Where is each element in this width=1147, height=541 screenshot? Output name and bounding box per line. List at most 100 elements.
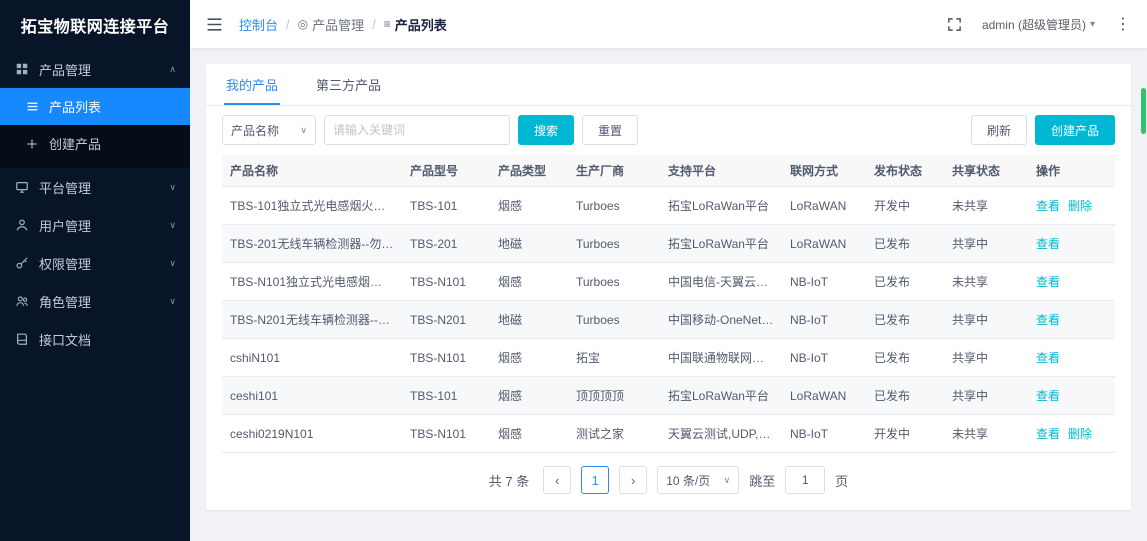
sidebar-item-product-list[interactable]: 产品列表 bbox=[0, 88, 190, 125]
table-row: cshiN101TBS-N101烟感拓宝中国联通物联网平台...NB-IoT已发… bbox=[222, 339, 1115, 377]
table-cell: LoRaWAN bbox=[782, 377, 866, 415]
prev-page-button[interactable]: ‹ bbox=[543, 466, 571, 494]
fullscreen-icon[interactable] bbox=[947, 17, 962, 32]
sidebar-item-role-management[interactable]: 角色管理 ∨ bbox=[0, 282, 190, 320]
keyword-input[interactable] bbox=[324, 115, 510, 145]
table-cell: cshiN101 bbox=[222, 339, 402, 377]
chevron-down-icon: ∨ bbox=[724, 475, 731, 486]
table-cell: 共享中 bbox=[944, 225, 1028, 263]
table-cell: 共享中 bbox=[944, 301, 1028, 339]
column-header: 操作 bbox=[1028, 155, 1115, 187]
refresh-button[interactable]: 刷新 bbox=[971, 115, 1027, 145]
sidebar-item-platform-management[interactable]: 平台管理 ∨ bbox=[0, 168, 190, 206]
column-header: 共享状态 bbox=[944, 155, 1028, 187]
next-page-button[interactable]: › bbox=[619, 466, 647, 494]
total-count: 共 7 条 bbox=[489, 471, 529, 490]
actions-cell: 查看 bbox=[1028, 377, 1115, 415]
table-row: ceshi101TBS-101烟感顶顶顶顶拓宝LoRaWan平台LoRaWAN已… bbox=[222, 377, 1115, 415]
product-submenu: 产品列表 创建产品 bbox=[0, 88, 190, 168]
table-cell: 中国联通物联网平台... bbox=[660, 339, 782, 377]
table-row: TBS-N101独立式光电感烟火灾探...TBS-N101烟感Turboes中国… bbox=[222, 263, 1115, 301]
view-link[interactable]: 查看 bbox=[1036, 275, 1060, 289]
sidebar-item-label: 平台管理 bbox=[39, 178, 91, 197]
jump-page-input[interactable] bbox=[785, 466, 825, 494]
sidebar-item-permission-management[interactable]: 权限管理 ∨ bbox=[0, 244, 190, 282]
delete-link[interactable]: 删除 bbox=[1068, 427, 1092, 441]
breadcrumb-separator: / bbox=[286, 17, 290, 32]
top-header: 控制台 / ◎ 产品管理 / ≡ 产品列表 admin (超级管理员) ▾ ⋮ bbox=[190, 0, 1147, 48]
sidebar-item-api-docs[interactable]: 接口文档 bbox=[0, 320, 190, 358]
view-link[interactable]: 查看 bbox=[1036, 237, 1060, 251]
reset-button[interactable]: 重置 bbox=[582, 115, 638, 145]
table-cell: Turboes bbox=[568, 225, 660, 263]
create-product-button[interactable]: 创建产品 bbox=[1035, 115, 1115, 145]
table-cell: 已发布 bbox=[866, 301, 944, 339]
column-header: 支持平台 bbox=[660, 155, 782, 187]
sidebar-menu: 产品管理 ∧ 产品列表 创建产品 平台管理 ∨ bbox=[0, 50, 190, 358]
table-cell: 共享中 bbox=[944, 339, 1028, 377]
table-cell: 已发布 bbox=[866, 339, 944, 377]
table-header-row: 产品名称产品型号产品类型生产厂商支持平台联网方式发布状态共享状态操作 bbox=[222, 155, 1115, 187]
sidebar-item-create-product[interactable]: 创建产品 bbox=[0, 125, 190, 162]
table-cell: 拓宝LoRaWan平台 bbox=[660, 225, 782, 263]
table-cell: 未共享 bbox=[944, 263, 1028, 301]
actions-cell: 查看 bbox=[1028, 225, 1115, 263]
table-cell: 中国电信-天翼云平台... bbox=[660, 263, 782, 301]
table-cell: 烟感 bbox=[490, 339, 568, 377]
scrollbar-thumb[interactable] bbox=[1141, 88, 1146, 134]
table-cell: 测试之家 bbox=[568, 415, 660, 453]
actions-cell: 查看删除 bbox=[1028, 187, 1115, 225]
breadcrumb-product-management[interactable]: ◎ 产品管理 bbox=[298, 15, 365, 34]
table-cell: TBS-101独立式光电感烟火灾探测... bbox=[222, 187, 402, 225]
table-cell: Turboes bbox=[568, 263, 660, 301]
table-cell: TBS-N201无线车辆检测器--勿删!... bbox=[222, 301, 402, 339]
table-cell: NB-IoT bbox=[782, 263, 866, 301]
column-header: 产品类型 bbox=[490, 155, 568, 187]
page-1-button[interactable]: 1 bbox=[581, 466, 609, 494]
grid-icon bbox=[14, 61, 30, 77]
scrollbar-track[interactable] bbox=[1140, 0, 1147, 541]
table-row: ceshi0219N101TBS-N101烟感测试之家天翼云测试,UDP,华为.… bbox=[222, 415, 1115, 453]
menu-fold-icon[interactable] bbox=[206, 16, 223, 33]
view-link[interactable]: 查看 bbox=[1036, 313, 1060, 327]
tabs: 我的产品 第三方产品 bbox=[206, 64, 1131, 106]
table-cell: 天翼云测试,UDP,华为... bbox=[660, 415, 782, 453]
table-row: TBS-N201无线车辆检测器--勿删!...TBS-N201地磁Turboes… bbox=[222, 301, 1115, 339]
table-cell: Turboes bbox=[568, 187, 660, 225]
chevron-down-icon: ∨ bbox=[300, 125, 307, 136]
table-cell: NB-IoT bbox=[782, 415, 866, 453]
view-link[interactable]: 查看 bbox=[1036, 389, 1060, 403]
table-cell: 拓宝LoRaWan平台 bbox=[660, 377, 782, 415]
sidebar-item-user-management[interactable]: 用户管理 ∨ bbox=[0, 206, 190, 244]
sidebar-item-product-management[interactable]: 产品管理 ∧ bbox=[0, 50, 190, 88]
user-name: admin (超级管理员) bbox=[982, 16, 1086, 33]
field-select[interactable]: 产品名称 ∨ bbox=[222, 115, 316, 145]
table-cell: TBS-201 bbox=[402, 225, 490, 263]
column-header: 发布状态 bbox=[866, 155, 944, 187]
delete-link[interactable]: 删除 bbox=[1068, 199, 1092, 213]
breadcrumb-console[interactable]: 控制台 bbox=[239, 15, 278, 34]
jump-label: 跳至 bbox=[749, 471, 775, 490]
search-button[interactable]: 搜索 bbox=[518, 115, 574, 145]
sidebar-item-label: 产品管理 bbox=[39, 60, 91, 79]
filter-row: 产品名称 ∨ 搜索 重置 刷新 创建产品 bbox=[206, 106, 1131, 153]
more-icon[interactable]: ⋮ bbox=[1115, 14, 1131, 34]
content-area: 我的产品 第三方产品 产品名称 ∨ 搜索 重置 刷新 创建产品 产品名称产品型号… bbox=[190, 48, 1147, 541]
view-link[interactable]: 查看 bbox=[1036, 427, 1060, 441]
page-size-select[interactable]: 10 条/页 ∨ bbox=[657, 466, 739, 494]
breadcrumb-label: 产品管理 bbox=[312, 15, 364, 34]
table-cell: 烟感 bbox=[490, 415, 568, 453]
table-row: TBS-101独立式光电感烟火灾探测...TBS-101烟感Turboes拓宝L… bbox=[222, 187, 1115, 225]
view-link[interactable]: 查看 bbox=[1036, 351, 1060, 365]
tab-my-products[interactable]: 我的产品 bbox=[224, 64, 280, 105]
user-dropdown[interactable]: admin (超级管理员) ▾ bbox=[982, 16, 1095, 33]
chevron-down-icon: ∨ bbox=[169, 220, 176, 231]
view-link[interactable]: 查看 bbox=[1036, 199, 1060, 213]
tab-third-party-products[interactable]: 第三方产品 bbox=[314, 64, 383, 105]
table-cell: TBS-N101 bbox=[402, 415, 490, 453]
sidebar-item-label: 接口文档 bbox=[39, 330, 91, 349]
book-icon bbox=[14, 331, 30, 347]
actions-cell: 查看删除 bbox=[1028, 415, 1115, 453]
column-header: 联网方式 bbox=[782, 155, 866, 187]
table-cell: 未共享 bbox=[944, 415, 1028, 453]
